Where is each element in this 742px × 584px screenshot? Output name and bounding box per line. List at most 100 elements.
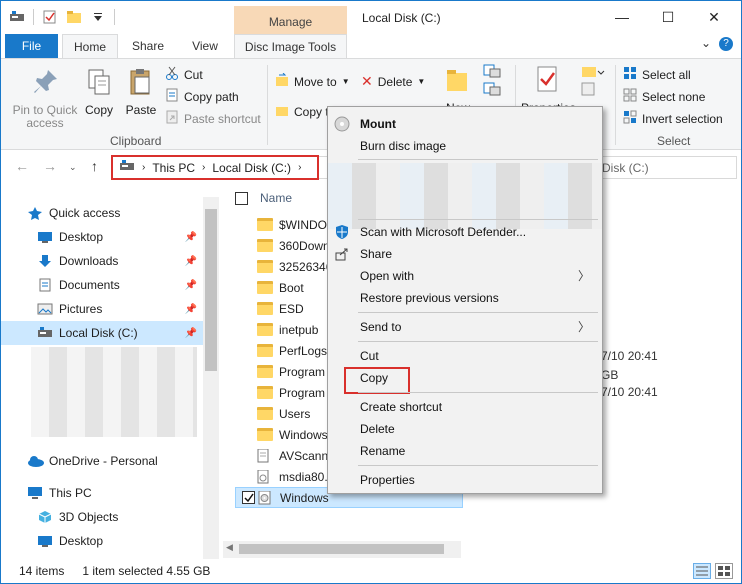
properties-check-icon	[521, 65, 575, 98]
back-arrow-icon[interactable]: ←	[15, 158, 29, 174]
drive-icon	[9, 10, 25, 24]
chevron-right-icon: 〉	[577, 269, 590, 283]
open-ribbon-button[interactable]	[579, 63, 607, 102]
context-menu: Mount Burn disc image Scan with Microsof…	[327, 106, 603, 494]
download-arrow-icon	[37, 254, 53, 268]
chevron-down-icon: ▼	[341, 77, 350, 86]
text-file-icon	[257, 448, 273, 463]
select-none-button[interactable]: Select none	[623, 88, 705, 105]
nav-desktop[interactable]: Desktop 📌	[1, 225, 203, 249]
menu-item-rename[interactable]: Rename	[328, 440, 602, 462]
new-folder-icon	[441, 65, 475, 98]
copy-ribbon-button[interactable]: Copy	[83, 67, 115, 117]
menu-item-properties[interactable]: Properties	[328, 469, 602, 491]
desktop-icon	[37, 230, 53, 244]
nav-local-disk[interactable]: Local Disk (C:) 📌	[1, 321, 203, 345]
breadcrumb-local-disk[interactable]: Local Disk (C:)	[212, 161, 291, 175]
desktop-icon	[37, 534, 53, 548]
menu-item-cut[interactable]: Cut	[328, 345, 602, 367]
tab-view[interactable]: View	[183, 34, 227, 58]
menu-item-send-to[interactable]: Send to 〉	[328, 316, 602, 338]
large-icons-view-button[interactable]	[715, 563, 733, 579]
delete-x-icon: ✕	[361, 73, 373, 89]
help-button[interactable]: ?	[719, 37, 733, 51]
paste-shortcut-button[interactable]: Paste shortcut	[165, 110, 261, 127]
nav-pc-desktop[interactable]: Desktop	[1, 529, 203, 553]
properties-qat-icon[interactable]	[42, 10, 58, 24]
address-bar[interactable]: › This PC › Local Disk (C:) ›	[111, 155, 319, 180]
move-to-button[interactable]: Move to ▼	[275, 72, 350, 90]
scrollbar-thumb[interactable]	[239, 544, 444, 554]
forward-arrow-icon[interactable]: →	[43, 158, 57, 174]
menu-item-restore[interactable]: Restore previous versions	[328, 287, 602, 309]
select-all-checkbox[interactable]	[235, 191, 248, 205]
scissors-icon	[165, 66, 179, 83]
select-all-button[interactable]: Select all	[623, 66, 691, 83]
recent-locations-icon[interactable]: ⌄	[69, 162, 77, 173]
column-name[interactable]: Name	[260, 191, 292, 205]
folder-icon	[257, 344, 273, 357]
copy-path-button[interactable]: Copy path	[165, 88, 239, 105]
drive-icon	[37, 326, 53, 340]
nav-scrollbar[interactable]	[203, 197, 219, 559]
date-modified-text: 7/10 20:41	[601, 349, 658, 363]
computer-icon	[27, 486, 43, 500]
folder-icon	[257, 428, 273, 441]
nav-pictures[interactable]: Pictures 📌	[1, 297, 203, 321]
nav-this-pc[interactable]: This PC	[1, 481, 203, 505]
drive-icon	[119, 160, 135, 175]
dll-file-icon	[257, 469, 273, 484]
cut-ribbon-button[interactable]: Cut	[165, 66, 203, 83]
details-view-button[interactable]	[693, 563, 711, 579]
tab-file[interactable]: File	[5, 34, 58, 58]
nav-3d-objects[interactable]: 3D Objects	[1, 505, 203, 529]
folder-icon	[257, 239, 273, 252]
row-checkbox[interactable]	[242, 491, 255, 504]
menu-item-mount[interactable]: Mount	[328, 113, 602, 135]
nav-quick-access[interactable]: Quick access	[1, 201, 203, 225]
documents-icon	[37, 278, 53, 292]
navigation-pane: Quick access Desktop 📌 Downloads 📌 Documen…	[1, 197, 219, 559]
nav-documents[interactable]: Documents 📌	[1, 273, 203, 297]
horizontal-scrollbar[interactable]: ◀	[223, 541, 461, 558]
tab-home[interactable]: Home	[62, 34, 118, 59]
customize-qat-icon[interactable]	[90, 10, 106, 24]
maximize-button[interactable]: ☐	[645, 1, 691, 33]
invert-selection-button[interactable]: Invert selection	[623, 110, 723, 127]
menu-item-burn[interactable]: Burn disc image	[328, 135, 602, 157]
window-title: Local Disk (C:)	[362, 11, 441, 25]
folder-icon	[257, 323, 273, 336]
share-icon	[334, 246, 350, 262]
up-arrow-icon[interactable]: ↑	[91, 158, 98, 174]
close-button[interactable]: ✕	[691, 1, 737, 33]
menu-item-create-shortcut[interactable]: Create shortcut	[328, 396, 602, 418]
scrollbar-thumb[interactable]	[205, 209, 217, 371]
ribbon-collapse-button[interactable]: ⌄	[701, 36, 711, 50]
status-bar: 14 items 1 item selected 4.55 GB	[1, 559, 741, 583]
nav-onedrive[interactable]: OneDrive - Personal	[1, 449, 203, 473]
delete-ribbon-button[interactable]: ✕ Delete ▼	[361, 73, 425, 90]
pin-icon: 📌	[184, 303, 197, 315]
select-group-label: Select	[657, 134, 691, 148]
tab-disc-image-tools[interactable]: Disc Image Tools	[234, 34, 347, 59]
search-input[interactable]: Disk (C:)	[585, 156, 737, 179]
ribbon-tabs: File Home Share View Disc Image Tools ⌄ …	[1, 34, 741, 59]
menu-item-delete[interactable]: Delete	[328, 418, 602, 440]
breadcrumb-this-pc[interactable]: This PC	[152, 161, 195, 175]
pin-icon: 📌	[184, 327, 197, 339]
scroll-left-icon[interactable]: ◀	[226, 542, 233, 553]
menu-item-open-with[interactable]: Open with 〉	[328, 265, 602, 287]
pin-to-quick-access-button[interactable]: Pin to Quick access	[7, 67, 83, 130]
menu-item-defender[interactable]: Scan with Microsoft Defender...	[328, 221, 602, 243]
new-folder-qat-icon[interactable]	[66, 10, 82, 24]
chevron-right-icon: 〉	[577, 320, 590, 334]
new-item-button[interactable]	[481, 63, 505, 102]
minimize-button[interactable]: —	[599, 1, 645, 33]
menu-item-share[interactable]: Share	[328, 243, 602, 265]
paste-ribbon-button[interactable]: Paste	[123, 67, 159, 117]
open-folder-icon	[580, 67, 606, 102]
tab-share[interactable]: Share	[125, 34, 171, 58]
ribbon-separator	[615, 65, 616, 145]
nav-downloads[interactable]: Downloads 📌	[1, 249, 203, 273]
quick-access-toolbar	[9, 9, 115, 25]
